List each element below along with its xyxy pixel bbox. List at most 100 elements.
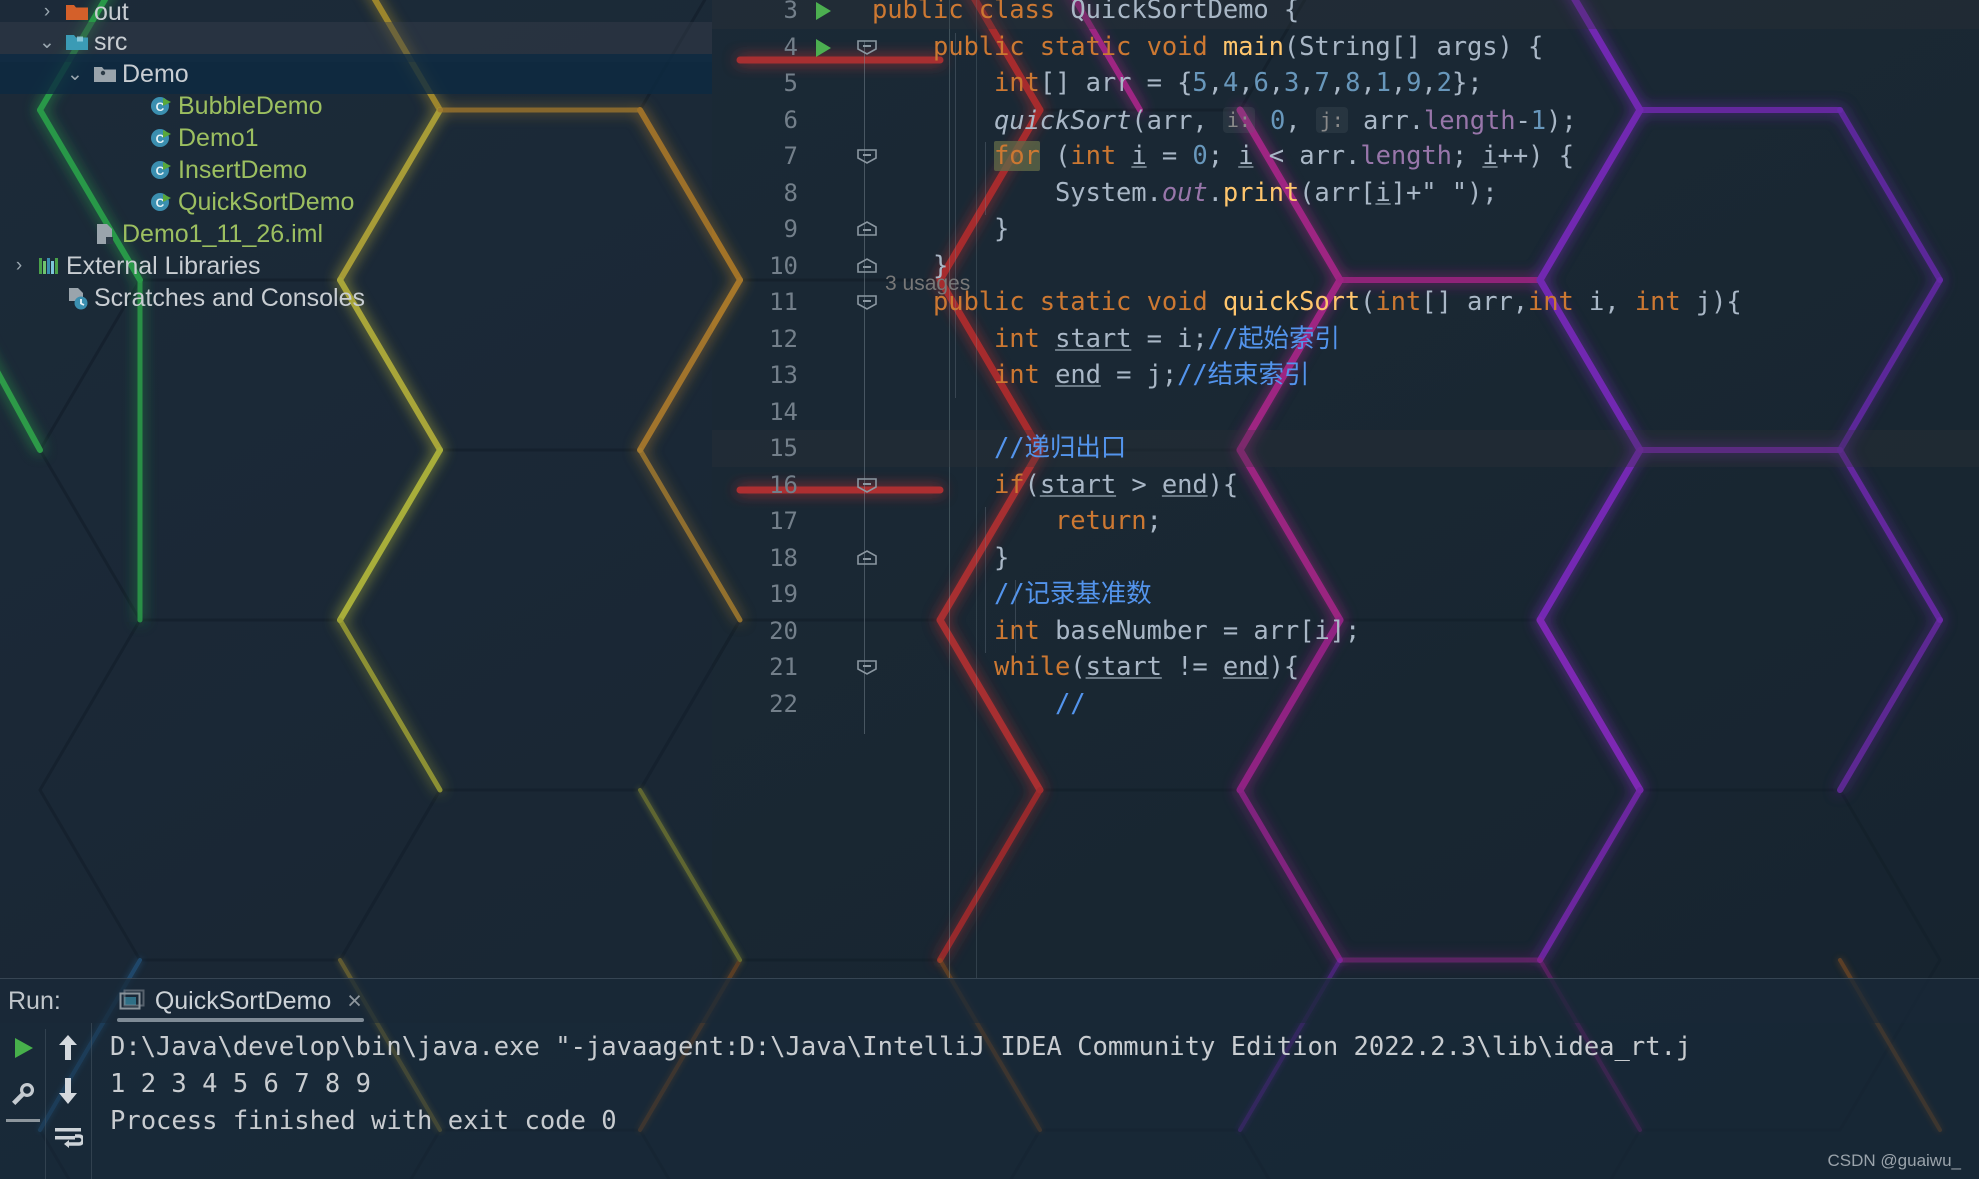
line-number: 5 <box>783 69 798 97</box>
code-line-text: return; <box>1055 506 1162 536</box>
run-tool-window[interactable]: Run: QuickSortDemo × D:\Java\develop\bin… <box>0 978 1979 1179</box>
editor-line[interactable]: 3 public class QuickSortDemo { <box>712 0 1979 29</box>
editor-line[interactable]: 6 quickSort(arr, i: 0, j: arr.length-1); <box>712 102 1979 139</box>
run-gutter-icon[interactable] <box>812 0 834 22</box>
code-line-text: //记录基准数 <box>994 579 1152 609</box>
soft-wrap-button[interactable] <box>48 1117 88 1157</box>
sidebar-item-label: Scratches and Consoles <box>94 283 365 312</box>
java-class-run-icon: C <box>144 125 178 151</box>
chevron-down-icon[interactable]: ⌄ <box>34 31 60 54</box>
editor-line[interactable]: 5 int[] arr = {5,4,6,3,7,8,1,9,2}; <box>712 65 1979 102</box>
line-number: 7 <box>783 142 798 170</box>
chevron-right-icon[interactable]: › <box>6 255 32 277</box>
run-tab-quicksortdemo[interactable]: QuickSortDemo × <box>115 979 366 1024</box>
sidebar-item-label: External Libraries <box>66 251 261 280</box>
editor-line[interactable]: 8 System.out.print(arr[i]+" "); <box>712 175 1979 212</box>
run-tab-title: QuickSortDemo <box>154 986 332 1015</box>
editor-line[interactable]: 7 for (int i = 0; i < arr.length; i++) { <box>712 138 1979 175</box>
editor-line[interactable]: 21 while(start != end){ <box>712 649 1979 686</box>
run-gutter-icon[interactable] <box>812 37 834 59</box>
settings-button[interactable] <box>4 1075 42 1113</box>
indent-guide <box>985 507 986 653</box>
line-number: 22 <box>769 689 798 718</box>
rerun-button[interactable] <box>4 1029 42 1067</box>
run-label: Run: <box>8 986 61 1015</box>
code-editor[interactable]: 3 public class QuickSortDemo { 4 public st… <box>712 0 1979 978</box>
sidebar-item-label: QuickSortDemo <box>178 187 355 216</box>
indent-guide <box>955 32 956 398</box>
chevron-right-icon[interactable]: › <box>34 1 60 23</box>
code-line-text: int end = j;//结束索引 <box>994 360 1310 390</box>
close-icon[interactable]: × <box>347 987 362 1016</box>
toolbar-divider <box>45 1029 46 1179</box>
java-class-run-icon: C <box>144 157 178 183</box>
line-number: 18 <box>769 543 798 572</box>
line-number: 21 <box>769 653 798 681</box>
libraries-icon <box>32 253 66 279</box>
line-number: 19 <box>769 580 798 608</box>
console-output[interactable]: D:\Java\develop\bin\java.exe "-javaagent… <box>92 1023 1979 1179</box>
java-class-run-icon: C <box>144 189 178 215</box>
line-number: 13 <box>769 361 798 389</box>
line-number: 3 <box>783 0 798 24</box>
editor-line[interactable]: 9 } <box>712 211 1979 248</box>
usages-hint[interactable]: 3 usages <box>712 266 1979 303</box>
run-toolbar[interactable] <box>0 1023 92 1179</box>
code-line-text: //递归出口 <box>994 433 1127 463</box>
code-line-text: int[] arr = {5,4,6,3,7,8,1,9,2}; <box>994 68 1483 98</box>
code-line-text: int start = i;//起始索引 <box>994 323 1340 354</box>
watermark: CSDN @guaiwu_ <box>1827 1151 1961 1170</box>
editor-line[interactable]: 12 int start = i;//起始索引 <box>712 321 1979 358</box>
sidebar-item-label: Demo1 <box>178 123 259 152</box>
editor-line[interactable]: 20 int baseNumber = arr[i]; <box>712 613 1979 650</box>
editor-line[interactable]: 16 if(start > end){ <box>712 467 1979 504</box>
line-number: 14 <box>769 397 798 426</box>
console-line: 1 2 3 4 5 6 7 8 9 <box>110 1069 371 1099</box>
console-line: D:\Java\develop\bin\java.exe "-javaagent… <box>110 1032 1692 1062</box>
editor-line[interactable]: 17 return; <box>712 503 1979 540</box>
code-line-text: int baseNumber = arr[i]; <box>994 615 1361 646</box>
sidebar-item-label: Demo1_11_26.iml <box>122 219 324 248</box>
line-number: 20 <box>769 616 798 645</box>
line-number: 12 <box>769 324 798 353</box>
code-line-text: } <box>994 214 1010 244</box>
editor-line[interactable]: 13 int end = j;//结束索引 <box>712 357 1979 394</box>
editor-line[interactable]: 22 // <box>712 686 1979 723</box>
sidebar-item-label: Demo <box>122 59 189 88</box>
run-panel-header: Run: QuickSortDemo × <box>0 978 1979 1023</box>
indent-guide <box>1015 580 1016 653</box>
code-line-text: System.out.print(arr[i]+" "); <box>1055 177 1498 208</box>
code-line-text: public static void main(String[] args) { <box>933 31 1544 62</box>
editor-line[interactable]: 15 //递归出口 <box>712 430 1979 467</box>
folder-package-icon <box>88 61 122 87</box>
code-line-text: while(start != end){ <box>994 652 1300 682</box>
code-line-text: // <box>1055 688 1086 719</box>
line-number: 17 <box>769 507 798 535</box>
usages-hint-label: 3 usages <box>885 271 971 295</box>
java-class-run-icon: C <box>144 93 178 119</box>
sidebar-item-label: src <box>94 27 128 56</box>
console-line: Process finished with exit code 0 <box>110 1106 617 1136</box>
code-line-text: quickSort(arr, i: 0, j: arr.length-1); <box>994 105 1577 136</box>
code-line-text: for (int i = 0; i < arr.length; i++) { <box>994 141 1574 171</box>
editor-line[interactable]: 19 //记录基准数 <box>712 576 1979 613</box>
indent-guide <box>985 142 986 215</box>
editor-line[interactable]: 14 <box>712 394 1979 431</box>
scratches-icon <box>60 285 94 311</box>
line-number: 8 <box>783 178 798 207</box>
line-number: 9 <box>783 215 798 243</box>
chevron-down-icon[interactable]: ⌄ <box>62 63 88 86</box>
project-tree-panel[interactable]: › out ⌄ src ⌄ Demo C BubbleDemo C Demo1 C InsertDem… <box>0 0 712 978</box>
scroll-down-button[interactable] <box>48 1071 88 1111</box>
line-number: 16 <box>769 470 798 499</box>
toolbar-separator <box>6 1119 40 1122</box>
iml-file-icon <box>88 221 122 247</box>
editor-line[interactable]: 4 public static void main(String[] args)… <box>712 29 1979 66</box>
code-line-text: } <box>994 542 1010 573</box>
scroll-up-button[interactable] <box>48 1027 88 1067</box>
editor-line[interactable]: 18 } <box>712 540 1979 577</box>
console-window-icon <box>119 989 145 1013</box>
line-number: 15 <box>769 434 798 462</box>
code-line-text: public class QuickSortDemo { <box>872 0 1300 25</box>
sidebar-item-scratches-and-consoles[interactable]: Scratches and Consoles <box>0 278 712 318</box>
